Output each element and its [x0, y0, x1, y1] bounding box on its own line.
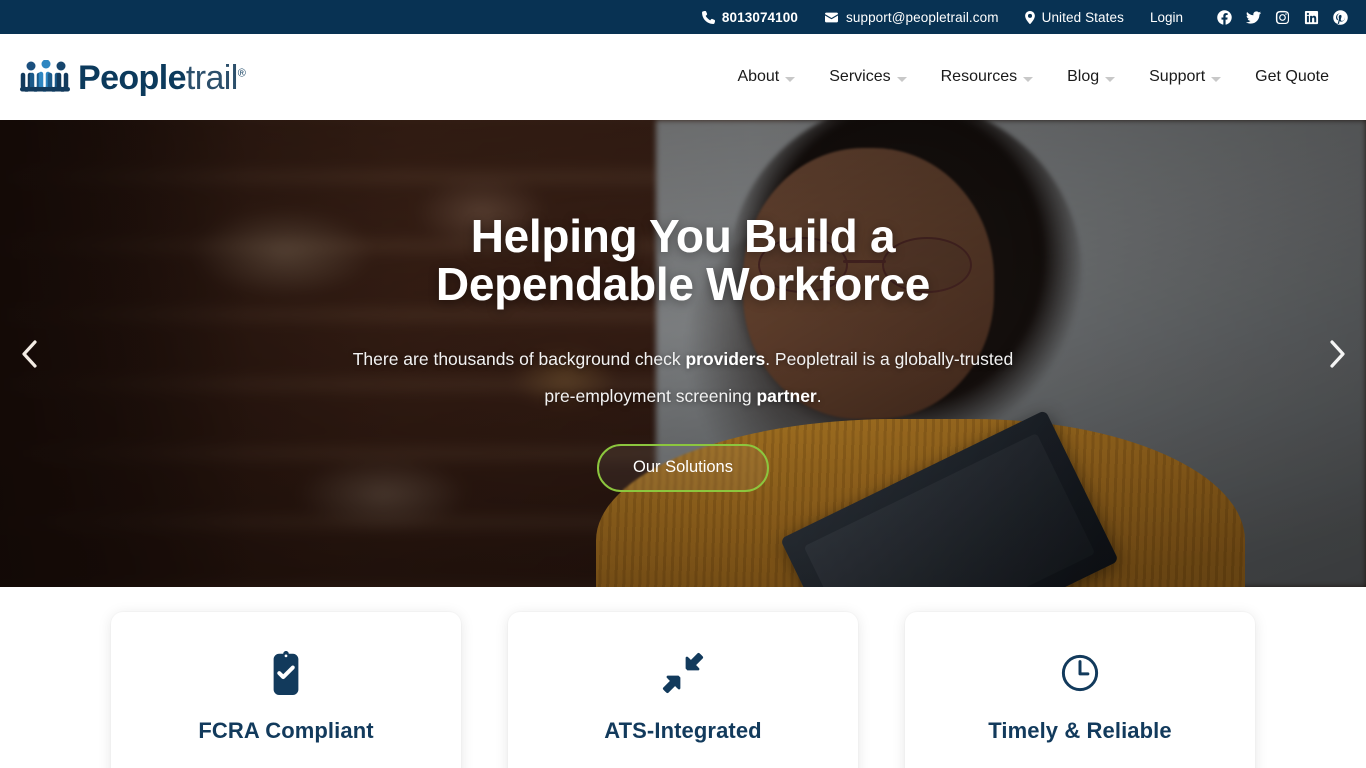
feature-card-fcra-compliant[interactable]: FCRA Compliant	[111, 612, 461, 768]
twitter-icon[interactable]	[1246, 10, 1261, 25]
social-links	[1217, 9, 1348, 25]
feature-card-timely-reliable[interactable]: Timely & Reliable	[905, 612, 1255, 768]
nav-label: Services	[829, 68, 891, 85]
nav-item-resources[interactable]: Resources	[924, 34, 1050, 120]
nav-label: Support	[1149, 68, 1206, 85]
chevron-down-icon	[1105, 76, 1116, 82]
nav-label: Resources	[940, 68, 1018, 85]
hero-carousel: Helping You Build a Dependable Workforce…	[0, 120, 1366, 587]
nav-item-support[interactable]: Support	[1132, 34, 1238, 120]
chevron-down-icon	[1023, 76, 1034, 82]
country-selector[interactable]: United States	[1024, 9, 1124, 25]
chevron-down-icon	[785, 76, 796, 82]
login-link[interactable]: Login	[1150, 10, 1183, 25]
nav-label: About	[737, 68, 780, 85]
hero-title-line-1: Helping You Build a	[470, 210, 896, 262]
chevron-down-icon	[896, 76, 907, 82]
people-group-icon	[18, 59, 74, 94]
feature-card-ats-integrated[interactable]: ATS-Integrated	[508, 612, 858, 768]
hero-title: Helping You Build a Dependable Workforce	[436, 212, 930, 309]
nav-item-services[interactable]: Services	[812, 34, 923, 120]
email-link[interactable]: support@peopletrail.com	[824, 10, 999, 25]
hero-sub-part-1: There are thousands of background check	[352, 348, 686, 369]
feature-card-title: ATS-Integrated	[604, 718, 762, 743]
nav-item-about[interactable]: About	[720, 34, 812, 120]
email-address: support@peopletrail.com	[846, 9, 999, 25]
chevron-left-icon	[19, 339, 39, 369]
chevron-right-icon	[1327, 339, 1347, 369]
envelope-icon	[824, 11, 839, 24]
nav-item-blog[interactable]: Blog	[1050, 34, 1132, 120]
main-navigation: About Services Resources Blog Support Ge…	[720, 34, 1346, 120]
carousel-prev-button[interactable]	[12, 337, 46, 371]
feature-card-title: FCRA Compliant	[198, 718, 374, 743]
hero-sub-part-3: .	[816, 386, 822, 407]
pinterest-icon[interactable]	[1333, 9, 1348, 25]
logo-link[interactable]: Peopletrail®	[18, 59, 246, 97]
phone-icon	[701, 10, 715, 24]
hero-content: Helping You Build a Dependable Workforce…	[0, 120, 1366, 587]
top-bar-items: 8013074100 support@peopletrail.com Unite…	[701, 9, 1348, 25]
clipboard-check-icon	[267, 650, 305, 696]
instagram-icon[interactable]	[1275, 10, 1290, 25]
phone-number: 8013074100	[721, 9, 798, 25]
carousel-next-button[interactable]	[1320, 337, 1354, 371]
feature-card-title: Timely & Reliable	[988, 718, 1172, 743]
site-header: Peopletrail® About Services Resources Bl…	[0, 34, 1366, 120]
country-label: United States	[1041, 9, 1124, 25]
chevron-down-icon	[1211, 76, 1222, 82]
facebook-icon[interactable]	[1217, 9, 1232, 25]
logo-wordmark: Peopletrail®	[78, 59, 246, 97]
our-solutions-button[interactable]: Our Solutions	[597, 443, 769, 492]
map-pin-icon	[1024, 10, 1035, 24]
hero-subtitle: There are thousands of background check …	[343, 341, 1023, 416]
feature-cards: FCRA Compliant ATS-Integrated Timely & R…	[0, 587, 1366, 768]
nav-label: Blog	[1067, 68, 1100, 85]
phone-link[interactable]: 8013074100	[701, 9, 798, 25]
clock-icon	[1059, 650, 1101, 696]
hero-sub-bold-2: partner	[756, 386, 817, 407]
hero-title-line-2: Dependable Workforce	[435, 258, 931, 311]
registered-mark: ®	[237, 67, 246, 80]
hero-sub-bold-1: providers	[685, 348, 766, 369]
logo-word-bold: People	[78, 59, 186, 97]
logo-word-light: trail	[185, 59, 238, 97]
utility-top-bar: 8013074100 support@peopletrail.com Unite…	[0, 0, 1366, 34]
linkedin-icon[interactable]	[1304, 10, 1319, 25]
compress-arrows-icon	[662, 650, 704, 696]
nav-label: Get Quote	[1255, 68, 1329, 85]
nav-item-get-quote[interactable]: Get Quote	[1238, 34, 1346, 120]
